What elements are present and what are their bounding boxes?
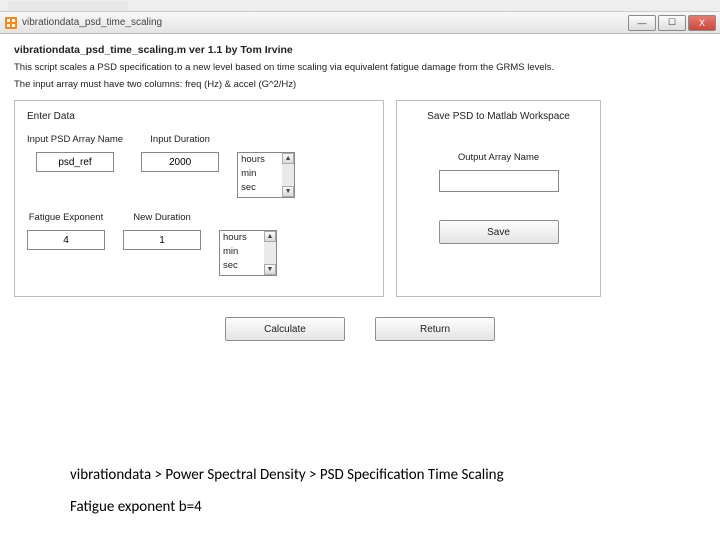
input-duration-units-listbox[interactable]: hours min sec ▲ ▼ [237, 152, 295, 198]
new-duration-field[interactable] [123, 230, 201, 250]
return-button[interactable]: Return [375, 317, 495, 341]
scroll-down-icon[interactable]: ▼ [264, 264, 276, 275]
fatigue-exponent-field[interactable] [27, 230, 105, 250]
app-body: vibrationdata_psd_time_scaling.m ver 1.1… [0, 34, 720, 347]
scroll-up-icon[interactable]: ▲ [264, 231, 276, 242]
output-array-field[interactable] [439, 170, 559, 192]
scroll-down-icon[interactable]: ▼ [282, 186, 294, 197]
input-duration-label: Input Duration [150, 134, 210, 146]
new-duration-label: New Duration [133, 212, 191, 224]
enter-data-panel: Enter Data Input PSD Array Name Input Du… [14, 100, 384, 297]
output-array-label: Output Array Name [458, 152, 539, 164]
window-titlebar: vibrationdata_psd_time_scaling — ☐ X [0, 12, 720, 34]
input-units-spacer [265, 134, 268, 146]
scrollbar[interactable]: ▲ ▼ [264, 231, 276, 275]
browser-tab[interactable] [8, 1, 128, 11]
maximize-button[interactable]: ☐ [658, 15, 686, 31]
input-psd-array-label: Input PSD Array Name [27, 134, 123, 146]
save-panel-header: Save PSD to Matlab Workspace [409, 111, 588, 122]
breadcrumb: vibrationdata > Power Spectral Density >… [70, 466, 504, 484]
window-controls: — ☐ X [628, 15, 716, 31]
close-button[interactable]: X [688, 15, 716, 31]
input-duration-field[interactable] [141, 152, 219, 172]
minimize-button[interactable]: — [628, 15, 656, 31]
caption-note: Fatigue exponent b=4 [70, 498, 504, 516]
browser-tab-strip [0, 0, 720, 12]
bottom-button-row: Calculate Return [14, 317, 706, 341]
app-icon [4, 16, 18, 30]
scrollbar[interactable]: ▲ ▼ [282, 153, 294, 197]
save-button[interactable]: Save [439, 220, 559, 244]
fatigue-exponent-label: Fatigue Exponent [29, 212, 103, 224]
new-duration-units-listbox[interactable]: hours min sec ▲ ▼ [219, 230, 277, 276]
caption-block: vibrationdata > Power Spectral Density >… [70, 466, 504, 516]
input-psd-array-field[interactable] [36, 152, 114, 172]
calculate-button[interactable]: Calculate [225, 317, 345, 341]
script-title: vibrationdata_psd_time_scaling.m ver 1.1… [14, 44, 706, 56]
enter-data-header: Enter Data [27, 111, 371, 122]
save-panel: Save PSD to Matlab Workspace Output Arra… [396, 100, 601, 297]
panel-row: Enter Data Input PSD Array Name Input Du… [14, 100, 706, 297]
description-line-1: This script scales a PSD specification t… [14, 62, 706, 73]
window-title: vibrationdata_psd_time_scaling [22, 17, 628, 28]
description-line-2: The input array must have two columns: f… [14, 79, 706, 90]
new-units-spacer [247, 212, 250, 224]
scroll-up-icon[interactable]: ▲ [282, 153, 294, 164]
